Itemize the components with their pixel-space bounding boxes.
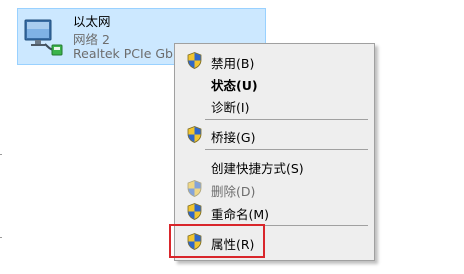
adapter-device-name: Realtek PCIe GbE [73,46,181,61]
menu-separator [205,119,368,120]
menu-item-rename[interactable]: 重命名(M) [177,200,372,222]
menu-item-label: 创建快捷方式(S) [211,161,304,176]
adapter-name: 以太网 [73,14,111,29]
uac-shield-icon [187,52,202,69]
ethernet-adapter-icon [21,14,65,58]
menu-item-delete: 删除(D) [177,177,372,199]
menu-item-label: 桥接(G) [211,130,256,145]
menu-item-status[interactable]: 状态(U) [177,71,372,93]
uac-shield-icon [187,126,202,143]
left-edge-tick [0,154,2,155]
menu-item-label: 状态(U) [211,78,258,93]
properties-highlight-box [169,224,265,258]
menu-item-label: 诊断(I) [211,100,250,115]
menu-item-label: 重命名(M) [211,207,270,222]
menu-item-label: 删除(D) [211,184,256,199]
menu-item-diagnose[interactable]: 诊断(I) [177,93,372,115]
uac-shield-icon [187,203,202,220]
uac-shield-icon [187,180,202,197]
menu-item-bridge[interactable]: 桥接(G) [177,123,372,145]
menu-item-disable[interactable]: 禁用(B) [177,49,372,71]
left-edge-tick [0,237,2,238]
menu-item-label: 禁用(B) [211,56,255,71]
menu-separator [205,149,368,150]
menu-item-create-shortcut[interactable]: 创建快捷方式(S) [177,154,372,176]
